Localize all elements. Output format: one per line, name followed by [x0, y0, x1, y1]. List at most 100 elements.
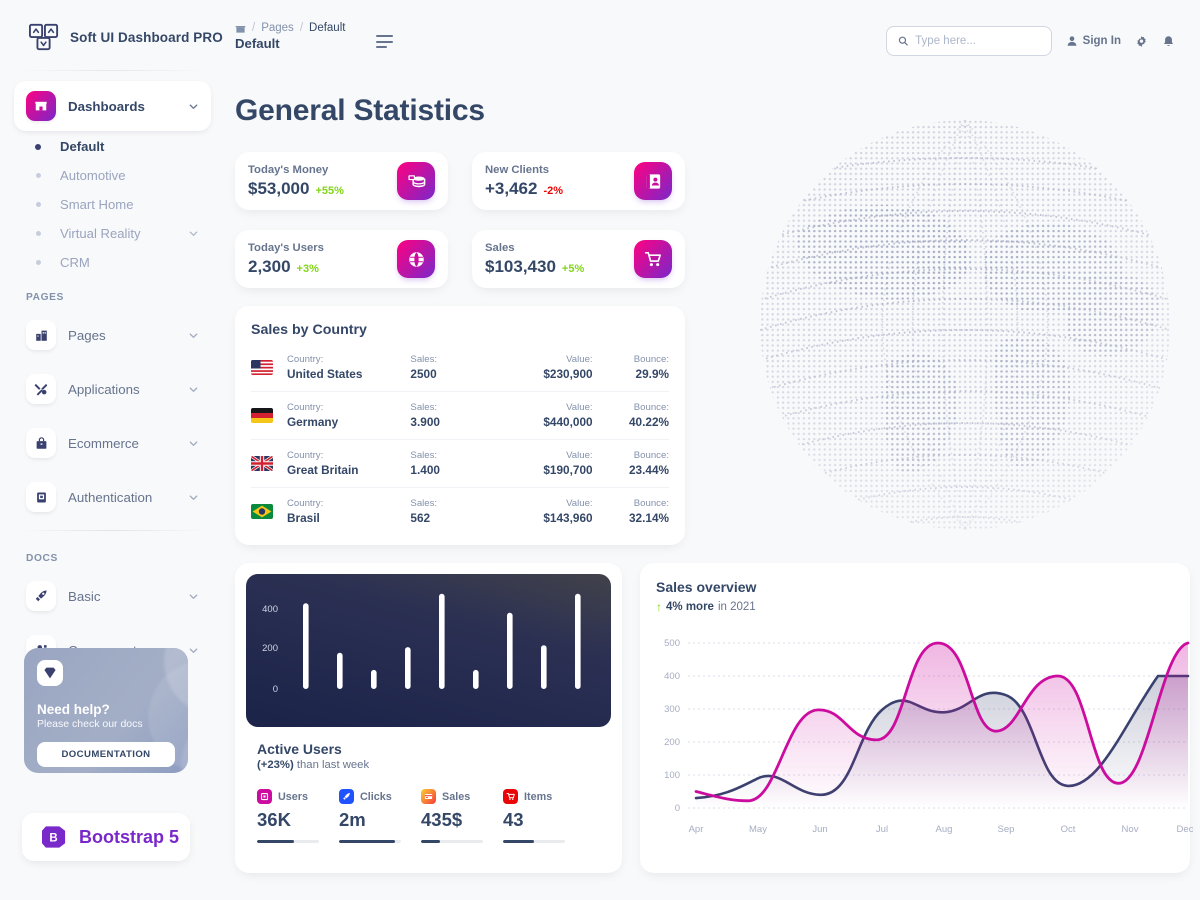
table-row[interactable]: Country: United States Sales: 2500 Value: $… [251, 344, 669, 392]
chevron-down-icon [189, 386, 198, 392]
sidebar-subitem-label: Automotive [60, 168, 126, 183]
cell-header-value: Value: [566, 498, 593, 509]
chevron-down-icon [189, 103, 198, 109]
metric-name: Users [278, 790, 309, 803]
search-input[interactable] [915, 35, 1040, 47]
chevron-down-icon [189, 494, 198, 500]
stat-value: $53,000 [248, 178, 310, 198]
sidebar-subitem-default[interactable]: Default [14, 133, 211, 160]
cart-icon [634, 240, 672, 278]
document-icon [26, 482, 56, 512]
cell-header-country: Country: [287, 450, 324, 461]
sidebar-item-pages[interactable]: Pages [14, 310, 211, 360]
metric-sales: Sales 435$ [421, 789, 503, 843]
cell-value-sales: 1.400 [410, 463, 440, 477]
stat-value: +3,462 [485, 178, 538, 198]
chevron-down-icon [189, 332, 198, 338]
stat-card-sales[interactable]: Sales $103,430 +5% [472, 230, 685, 288]
stat-card-new-clients[interactable]: New Clients +3,462 -2% [472, 152, 685, 210]
stat-delta: -2% [543, 184, 564, 197]
sign-in-button[interactable]: Sign In [1066, 35, 1121, 47]
topbar: / Pages / Default Default Sign In [225, 0, 1200, 72]
bullet-icon [26, 143, 50, 150]
cell-header-bounce: Bounce: [633, 402, 669, 413]
cell-value-value: $190,700 [543, 463, 593, 477]
table-row[interactable]: Country: Germany Sales: 3.900 Value: $440,0… [251, 392, 669, 440]
active-users-title: Active Users [257, 741, 342, 757]
cell-header-country: Country: [287, 354, 324, 365]
stat-card-todays-money[interactable]: Today's Money $53,000 +55% [235, 152, 448, 210]
flag-us [251, 360, 273, 375]
table-row[interactable]: Country: Brasil Sales: 562 Value: $143,960 … [251, 488, 669, 535]
sales-overview-period: in 2021 [717, 601, 756, 613]
sidebar-item-authentication[interactable]: Authentication [14, 472, 211, 522]
active-users-bar-chart: 400 200 0 [246, 574, 611, 727]
cell-value-value: $440,000 [543, 415, 593, 429]
help-card: Need help? Please check our docs DOCUMEN… [24, 648, 188, 773]
sidebar-subitem-smart-home[interactable]: Smart Home [14, 191, 211, 218]
sidebar-item-applications[interactable]: Applications [14, 364, 211, 414]
sales-by-country-card: Sales by Country Country: United States S… [235, 306, 685, 545]
cell-header-country: Country: [287, 498, 324, 509]
chevron-down-icon [189, 440, 198, 446]
chevron-down-icon [189, 593, 198, 599]
gear-icon[interactable] [1135, 35, 1148, 48]
bar-ytick-400: 400 [262, 604, 278, 615]
sidebar-divider [18, 530, 207, 531]
metric-progress [339, 840, 401, 843]
xtick-apr: Apr [689, 824, 704, 835]
sidebar-item-label: Ecommerce [68, 435, 139, 451]
ytick-300: 300 [664, 704, 680, 715]
xtick-dec: Dec [1177, 824, 1193, 835]
xtick-sep: Sep [998, 824, 1015, 835]
breadcrumb-current: Default [309, 22, 346, 34]
money-stack-icon [397, 162, 435, 200]
bell-icon[interactable] [1162, 35, 1175, 48]
cell-header-value: Value: [566, 402, 593, 413]
stat-card-todays-users[interactable]: Today's Users 2,300 +3% [235, 230, 448, 288]
flag-gb [251, 456, 273, 471]
card-icon [421, 789, 436, 804]
cell-value-sales: 562 [410, 511, 431, 525]
metric-name: Clicks [360, 790, 392, 803]
stats-row-2: Today's Users 2,300 +3% Sales $103,430 +5% [235, 230, 1190, 288]
chevron-down-icon [189, 647, 198, 653]
cell-value-bounce: 23.44% [628, 463, 669, 477]
stat-delta: +55% [315, 184, 344, 197]
documentation-button[interactable]: DOCUMENTATION [37, 742, 175, 767]
sidebar-item-label: Pages [68, 327, 106, 343]
page-heading: General Statistics [235, 94, 485, 127]
sidebar-item-ecommerce[interactable]: Ecommerce [14, 418, 211, 468]
sidebar-subitem-label: Smart Home [60, 197, 134, 212]
cell-value-country: Germany [287, 415, 339, 429]
stat-label: Sales [485, 241, 515, 254]
sidebar-item-dashboards[interactable]: Dashboards [14, 81, 211, 131]
sidebar-subitem-virtual-reality[interactable]: Virtual Reality [14, 220, 211, 247]
cell-value-bounce: 29.9% [635, 367, 669, 381]
sidebar-subitem-crm[interactable]: CRM [14, 249, 211, 276]
breadcrumb-pages[interactable]: Pages [261, 22, 294, 34]
sidebar-item-basic[interactable]: Basic [14, 571, 211, 621]
sales-overview-line-chart: 500 400 300 200 100 0 Apr May Jun Jul Au… [664, 638, 1193, 835]
active-users-subtitle-rest: than last week [293, 759, 370, 771]
hamburger-icon[interactable] [376, 35, 394, 48]
brand[interactable]: Soft UI Dashboard PRO [0, 0, 225, 66]
metric-value: 2m [339, 809, 366, 830]
brand-name: Soft UI Dashboard PRO [70, 29, 223, 45]
rocket-icon [26, 581, 56, 611]
stat-value: $103,430 [485, 256, 556, 276]
content-area: Today's Money $53,000 +55% New Clients +3… [225, 128, 1200, 873]
table-row[interactable]: Country: Great Britain Sales: 1.400 Value:… [251, 440, 669, 488]
cell-header-sales: Sales: [410, 354, 438, 365]
search-box[interactable] [885, 26, 1052, 56]
flag-br [251, 504, 273, 519]
bullet-icon [26, 173, 50, 178]
metric-value: 435$ [421, 809, 463, 830]
sales-overview-card: Sales overview ↑ 4% more in 2021 500 400… [640, 563, 1193, 873]
bootstrap-badge[interactable]: B Bootstrap 5 [22, 813, 190, 861]
help-subtitle: Please check our docs [37, 718, 143, 730]
home-icon[interactable] [235, 23, 246, 34]
metric-clicks: Clicks 2m [339, 789, 421, 843]
sidebar-subitem-automotive[interactable]: Automotive [14, 162, 211, 189]
metric-progress [257, 840, 319, 843]
